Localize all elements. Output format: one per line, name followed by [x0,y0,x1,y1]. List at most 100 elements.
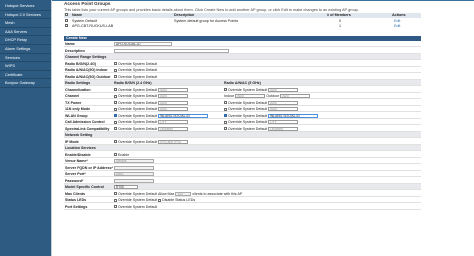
sidebar-item-hotspot-2-services[interactable]: Hotspot 2.0 Services [0,11,51,20]
row-members: 1 [339,24,342,28]
wlan-group-24-checkbox[interactable] [114,114,117,118]
tx-power-24-select[interactable]: Auto [158,100,189,105]
max-clients-label: Max Clients [65,191,85,196]
model-specific-label: Model Specific Control [65,185,104,189]
spectralink-24-select[interactable]: Disabled [158,126,189,131]
tx-power-5-select[interactable]: Auto [268,100,299,105]
channelization-5-select[interactable]: Auto [268,87,299,92]
channelization-24-select[interactable]: Auto [158,87,189,92]
channelization-24-text: Override System Default [118,87,158,92]
form-row-spectralink: SpectraLink Compatibility Override Syste… [64,126,421,132]
channel-24-select[interactable]: Auto [158,94,189,99]
sidebar-item-dhcp-relay[interactable]: DHCP Relay [0,36,51,45]
call-admission-label: Call Admission Control [65,120,105,124]
override-5g-indoor-checkbox[interactable] [114,68,117,72]
radio-24g-label: Radio B/G/N(2.4G) [65,61,97,66]
tx-power-5-checkbox[interactable] [224,101,227,105]
port-settings-text: Override System Default [118,204,158,209]
venue-label: Venue Name* [65,159,88,163]
channelization-5-checkbox[interactable] [224,88,227,92]
11n-24-select[interactable]: Auto [158,107,189,112]
status-leds-label: Status LEDs [65,198,87,202]
channel-range-header: Channel Range Settings [64,54,421,60]
disable-leds-text: Disable Status LEDs [162,198,196,202]
sidebar-item-aaa-servers[interactable]: AAA Servers [0,28,51,37]
form-row-name: Name APG-SOCIAL-ID [64,41,421,47]
sidebar-item-wips[interactable]: WIPS [0,62,51,71]
11n-5-select[interactable]: Auto [268,107,299,112]
override-5g-outdoor-checkbox[interactable] [114,75,117,79]
wlan-group-5-select[interactable]: WLANG-SOCIAL-ID [268,113,319,118]
spectralink-5-checkbox[interactable] [224,127,227,131]
wlan-group-label: WLAN Group [65,113,88,118]
spectralink-5-select[interactable]: Disabled [268,126,299,131]
port-settings-checkbox[interactable] [114,205,117,209]
enable-checkbox[interactable] [114,153,117,157]
channel-outdoor-select[interactable]: Auto [280,94,311,99]
channel-range-label: Channel Range Settings [65,55,107,59]
description-input[interactable] [114,48,229,53]
cac-5-select[interactable]: OFF [268,120,299,125]
wlan-group-24-select[interactable]: WLANG-SOCIAL-ID [158,113,209,118]
sidebar-item-alarm-settings[interactable]: Alarm Settings [0,45,51,54]
form-row-description: Description [64,48,421,54]
form-row-port: Server Port* 8883 [64,171,421,177]
tx-power-5-text: Override System Default [228,100,268,105]
server-input[interactable] [114,165,154,170]
name-input[interactable]: APG-SOCIAL-ID [114,42,172,47]
port-input[interactable]: 8883 [114,172,154,177]
row-name: System Default [72,18,98,23]
form-row-radio-5g-indoor: Radio A/N/AC(5G) Indoor Override System … [64,67,421,73]
allow-max-text: Allow Max [157,191,175,196]
disable-leds-checkbox[interactable] [158,198,162,202]
edit-link[interactable]: Edit [394,24,400,29]
sidebar: Hotspot Services Hotspot 2.0 Services Me… [0,0,51,256]
form-row-channel: Channel Override System Default Auto Ind… [64,93,421,99]
page-title: Access Point Groups [64,1,111,6]
sidebar-item-certificate[interactable]: Certificate [0,71,51,80]
col-description: Description [174,13,195,17]
11n-24-checkbox[interactable] [114,107,117,111]
model-specific-header: Model Specific Control R700 [64,184,421,190]
cac-5-checkbox[interactable] [224,120,227,124]
max-clients-text: Override System Default [118,191,158,196]
override-5g-indoor-text: Override System Default [118,68,158,72]
ip-mode-checkbox[interactable] [114,140,117,144]
radio-5g-outdoor-label: Radio A/N/AC(5G) Outdoor [65,74,111,79]
network-setting-header: Network Setting [64,132,421,138]
channel-indoor-select[interactable]: Auto [235,94,266,99]
location-services-header: Location Services [64,145,421,151]
channelization-24-checkbox[interactable] [114,88,117,92]
wlan-group-5-text: Override System Default [228,113,268,118]
ip-mode-select[interactable]: IPv4 and IPv6 [158,139,189,144]
max-clients-input[interactable]: 100 [175,191,192,196]
11n-5-text: Override System Default [228,107,268,111]
channel-indoor-text: Indoor [224,94,235,98]
form-row-wlan-group: WLAN Group Override System Default WLANG… [64,113,421,119]
max-clients-checkbox[interactable] [114,192,117,196]
password-input[interactable] [114,178,154,183]
venue-input[interactable]: Default [114,159,154,164]
status-leds-checkbox[interactable] [114,198,117,202]
11n-5-checkbox[interactable] [224,107,227,111]
channel-outdoor-text: Outdoor [266,94,280,98]
radio-5g-indoor-label: Radio A/N/AC(5G) Indoor [65,68,108,72]
cac-24-select[interactable]: OFF [158,120,189,125]
sidebar-item-services[interactable]: Services [0,54,51,63]
channelization-5-text: Override System Default [228,87,268,92]
tx-power-24-checkbox[interactable] [114,101,117,105]
cac-24-checkbox[interactable] [114,120,117,124]
form-row-enable: Enable/Disable Enable [64,152,421,158]
sidebar-item-bonjour-gateway[interactable]: Bonjour Gateway [0,79,51,88]
spectralink-24-checkbox[interactable] [114,127,117,131]
model-select[interactable]: R700 [114,185,138,190]
wlan-group-5-checkbox[interactable] [224,114,227,118]
tx-power-24-text: Override System Default [118,100,158,105]
override-24g-checkbox[interactable] [114,62,117,66]
row-name: APG-CBT-RUCKUS-LAB [72,24,114,28]
edit-link[interactable]: Edit [394,19,400,24]
sidebar-item-mesh[interactable]: Mesh [0,19,51,28]
sidebar-item-hotspot-services[interactable]: Hotspot Services [0,2,51,11]
channel-24-checkbox[interactable] [114,94,117,98]
port-settings-label: Port Settings [65,204,88,209]
